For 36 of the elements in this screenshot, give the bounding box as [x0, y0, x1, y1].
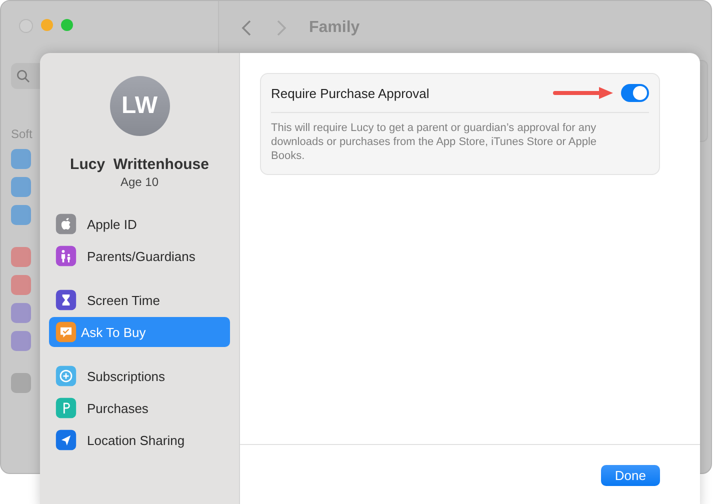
window-title: Family [309, 18, 360, 36]
forward-icon[interactable] [275, 18, 287, 36]
settings-icon[interactable] [11, 205, 31, 225]
search-icon [16, 69, 30, 83]
sidebar-item[interactable]: Screen Time [49, 285, 230, 315]
zoom-button[interactable] [61, 19, 73, 31]
subscription-icon [55, 365, 77, 387]
minimize-button[interactable] [41, 19, 53, 31]
hourglass-icon [55, 289, 77, 311]
settings-icon[interactable] [11, 275, 31, 295]
sidebar-item[interactable]: Apple ID [49, 209, 230, 239]
toggle-switch[interactable] [621, 84, 649, 102]
settings-icon[interactable] [11, 247, 31, 267]
sidebar-item[interactable]: Location Sharing [49, 425, 230, 455]
sidebar-section-heading: Soft [11, 127, 34, 141]
arrow-annotation [553, 86, 615, 100]
apple-icon [55, 213, 77, 235]
avatar: LW [110, 76, 170, 136]
sidebar-item[interactable]: Purchases [49, 393, 230, 423]
settings-icon[interactable] [11, 303, 31, 323]
family-icon [55, 245, 77, 267]
ask-icon [55, 321, 77, 343]
setting-description: This will require Lucy to get a parent or guardian’s approval for any downloads or purchases from the App Store, iTunes Store or Apple Books. [271, 121, 598, 164]
member-age: Age 10 [120, 175, 159, 189]
setting-label: Require Purchase Approval [271, 86, 430, 100]
settings-icon[interactable] [11, 149, 31, 169]
member-name: Lucy Writtenhouse [70, 156, 209, 173]
purchase-icon [55, 397, 77, 419]
settings-icon[interactable] [11, 373, 31, 393]
done-button[interactable]: Done [600, 465, 660, 486]
settings-icon[interactable] [11, 177, 31, 197]
back-icon[interactable] [241, 18, 253, 36]
sidebar-item[interactable]: Subscriptions [49, 361, 230, 391]
sidebar-item[interactable]: Parents/Guardians [49, 241, 230, 271]
settings-icon[interactable] [11, 331, 31, 351]
location-icon [55, 429, 77, 451]
